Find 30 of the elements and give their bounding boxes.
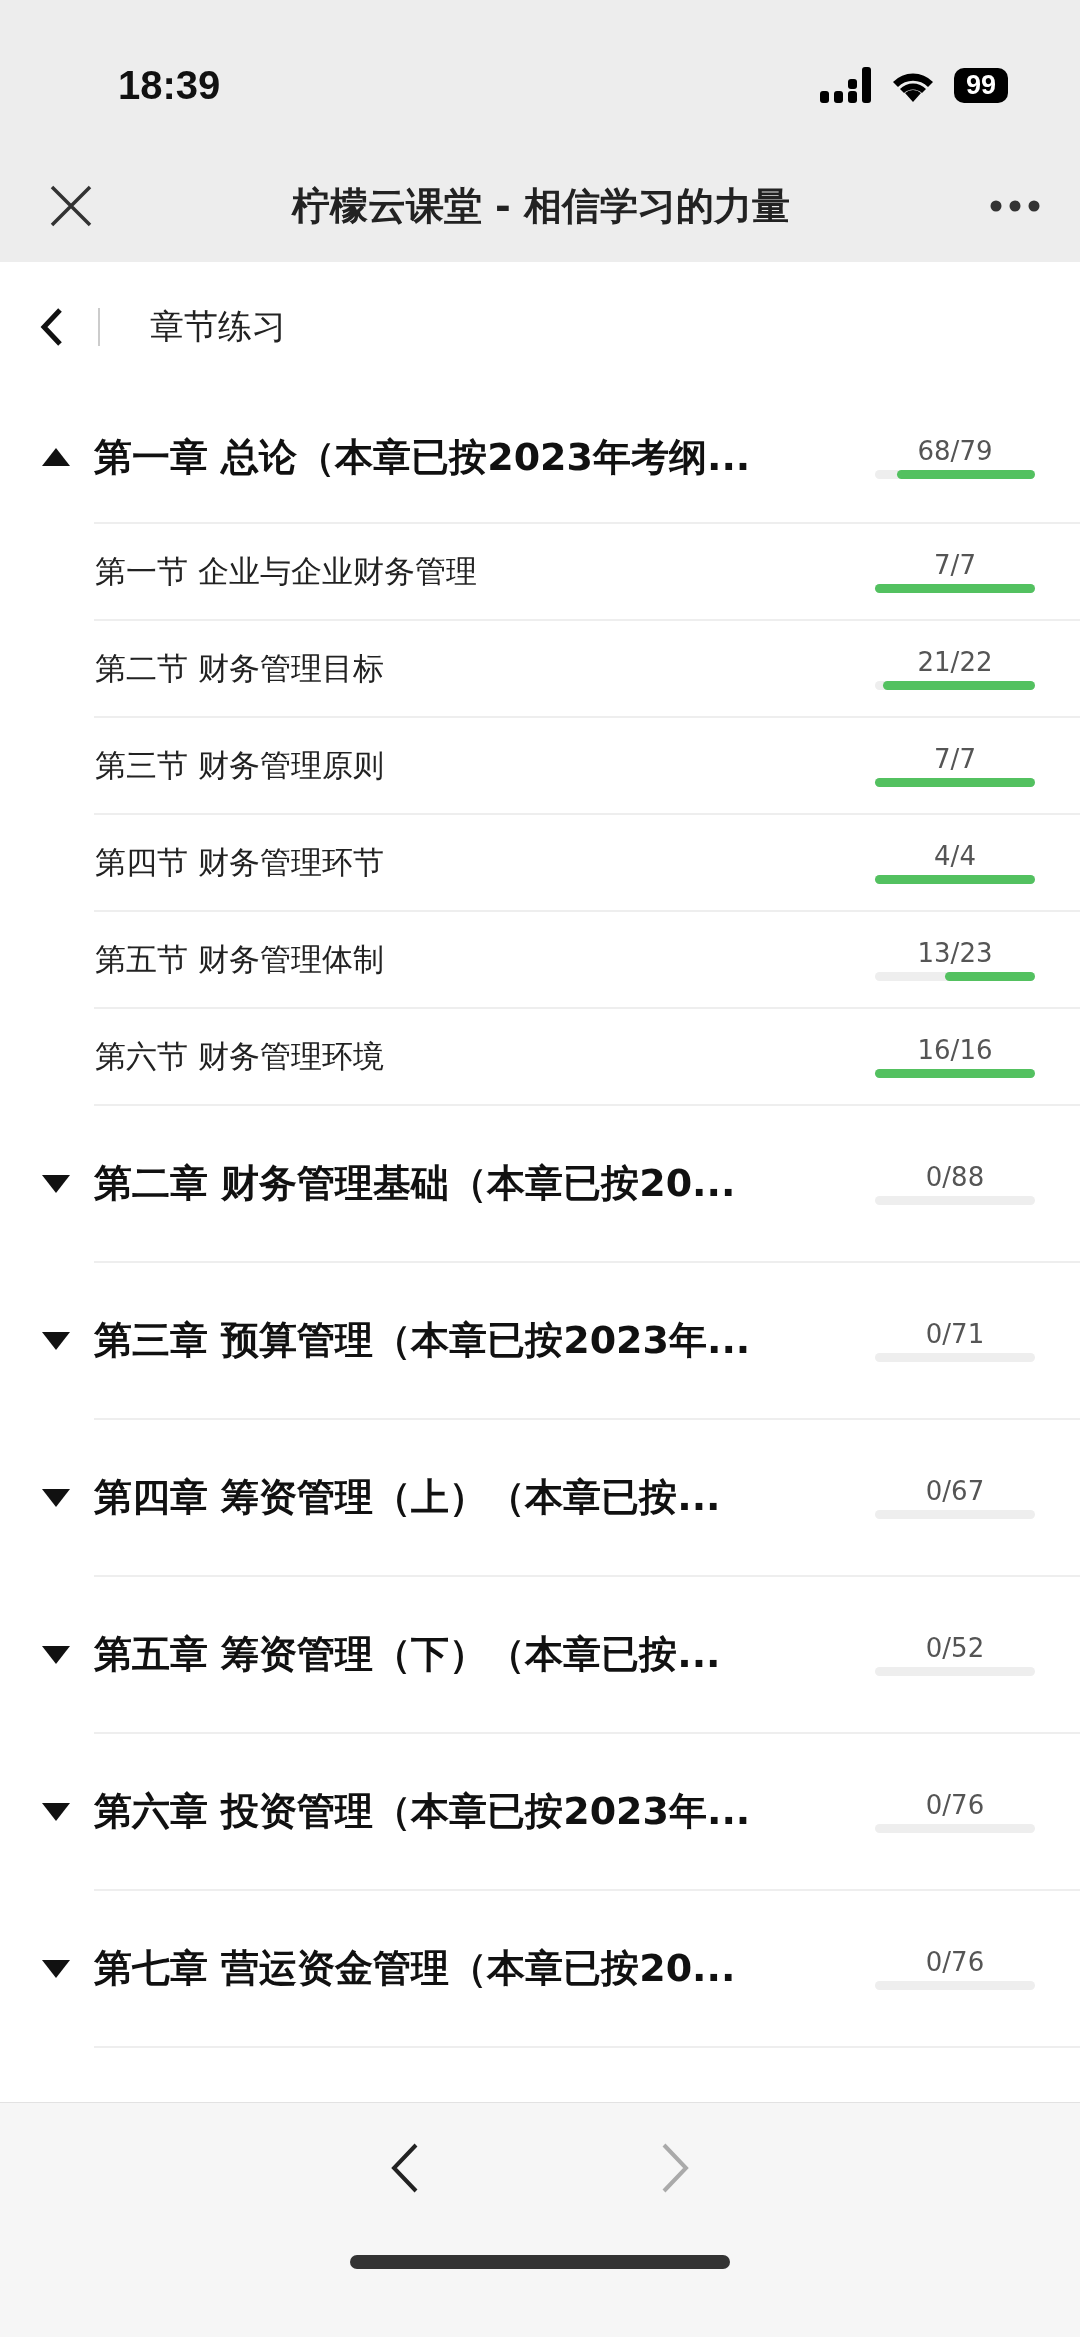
section-title: 第一节 企业与企业财务管理 — [95, 551, 478, 591]
progress-count: 0/52 — [925, 1633, 985, 1663]
section-title: 第六节 财务管理环境 — [95, 1036, 385, 1076]
progress-count: 0/88 — [925, 1162, 985, 1192]
status-time: 18:39 — [118, 61, 222, 108]
progress-count: 7/7 — [934, 550, 976, 580]
chapter-title: 第六章 投资管理（本章已按2023年... — [94, 1788, 752, 1835]
battery-level: 99 — [953, 67, 1008, 103]
chapter-title: 第三章 预算管理（本章已按2023年... — [94, 1317, 752, 1364]
window-title: 柠檬云课堂 - 相信学习的力量 — [290, 182, 792, 230]
progress-count: 0/76 — [925, 1790, 985, 1820]
section-title: 第三节 财务管理原则 — [95, 745, 385, 785]
chapter-title: 第二章 财务管理基础（本章已按20... — [94, 1160, 737, 1207]
section-title: 第四节 财务管理环节 — [95, 842, 385, 882]
progress-count: 7/7 — [934, 744, 976, 774]
chapter-title: 第四章 筹资管理（上）（本章已按... — [94, 1474, 722, 1521]
chapter-title: 第一章 总论（本章已按2023年考纲... — [94, 433, 752, 481]
section-title: 第二节 财务管理目标 — [95, 648, 385, 688]
progress-count: 4/4 — [934, 841, 976, 871]
progress-count: 0/76 — [925, 1947, 985, 1977]
progress-count: 16/16 — [917, 1035, 993, 1065]
progress-count: 21/22 — [917, 647, 993, 677]
chapter-title: 第七章 营运资金管理（本章已按20... — [94, 1945, 737, 1992]
page-title: 章节练习 — [150, 305, 286, 348]
section-title: 第五节 财务管理体制 — [95, 939, 385, 979]
progress-count: 13/23 — [917, 938, 993, 968]
progress-count: 0/71 — [925, 1319, 985, 1349]
progress-count: 68/79 — [917, 435, 993, 466]
progress-count: 0/67 — [925, 1476, 985, 1506]
chapter-title: 第五章 筹资管理（下）（本章已按... — [94, 1631, 722, 1678]
